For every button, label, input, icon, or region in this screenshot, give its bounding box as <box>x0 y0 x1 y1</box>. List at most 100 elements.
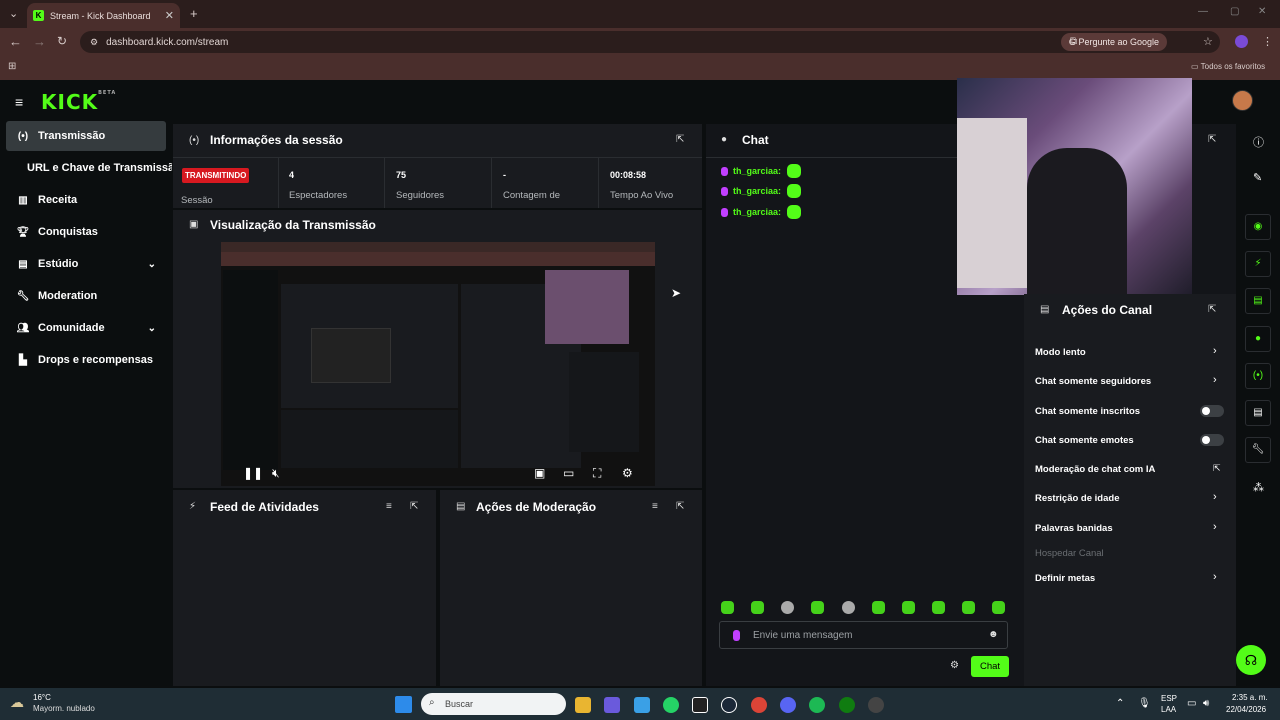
channel-actions-icon[interactable]: ▤ <box>1245 400 1271 426</box>
clock-date[interactable]: 22/04/2026 <box>1226 705 1266 714</box>
sidebar-item-drops[interactable]: ▙ Drops e recompensas <box>6 345 166 375</box>
chrome-icon[interactable] <box>751 697 767 713</box>
mouse-cursor-icon: ➤ <box>671 286 682 300</box>
profile-icon[interactable] <box>1235 35 1248 48</box>
user-avatar[interactable] <box>1232 90 1253 111</box>
settings-icon[interactable]: ⚙ <box>622 466 633 480</box>
address-bar[interactable]: ⚙ dashboard.kick.com/stream <box>80 31 1220 53</box>
volume-icon[interactable]: 🔊︎ <box>1203 698 1209 709</box>
sidebar-item-conquistas[interactable]: 🏆︎ Conquistas <box>6 217 166 247</box>
sidebar-item-label: Receita <box>38 194 78 206</box>
chat-settings-icon[interactable]: ⚙ <box>950 660 959 671</box>
wrench-icon[interactable]: 🔧︎ <box>1245 437 1271 463</box>
whatsapp-icon[interactable] <box>663 697 679 713</box>
external-link-icon: ⇱ <box>1213 463 1221 473</box>
close-window-icon[interactable]: ✕ <box>1258 6 1266 17</box>
send-chat-button[interactable]: Chat <box>971 656 1009 677</box>
emote-icon[interactable] <box>992 601 1005 614</box>
chat-message[interactable]: th_garciaa: <box>721 205 802 219</box>
steam-icon[interactable] <box>721 697 737 713</box>
sidebar-item-stream-key[interactable]: URL e Chave de Transmissão <box>6 153 172 183</box>
pause-icon[interactable]: ❚❚ <box>243 466 263 480</box>
sidebar-item-comunidade[interactable]: 👥︎ Comunidade ⌄ <box>6 313 166 343</box>
apps-grid-icon[interactable]: ⊞ <box>8 61 16 72</box>
fullscreen-icon[interactable]: ⛶ <box>593 466 601 481</box>
emotes-only-toggle[interactable] <box>1200 434 1224 446</box>
forward-icon[interactable]: → <box>33 34 46 49</box>
emote-icon[interactable] <box>842 601 855 614</box>
tab-search-icon[interactable]: ⌄ <box>9 7 18 20</box>
weather-icon[interactable]: ☁ <box>10 694 24 711</box>
close-tab-icon[interactable]: ✕ <box>165 9 174 22</box>
emote-icon[interactable] <box>872 601 885 614</box>
emote-icon[interactable] <box>751 601 764 614</box>
minimize-icon[interactable]: — <box>1198 6 1208 17</box>
pip-icon[interactable]: ▣ <box>534 466 545 480</box>
language-region[interactable]: LAA <box>1161 705 1176 714</box>
chat-bubble-icon[interactable]: ● <box>1245 326 1271 352</box>
discord-icon[interactable] <box>780 697 796 713</box>
bookmark-star-icon[interactable]: ☆ <box>1203 35 1213 48</box>
camera-icon[interactable]: ◉ <box>1245 214 1271 240</box>
emote-icon[interactable] <box>721 601 734 614</box>
emote-icon[interactable] <box>781 601 794 614</box>
spotify-icon[interactable] <box>809 697 825 713</box>
add-widget-icon[interactable]: ⁂ <box>1253 481 1264 494</box>
mute-icon[interactable]: 🔇︎ <box>272 466 280 481</box>
emoji-icon[interactable]: ☻ <box>988 629 999 640</box>
mic-tray-icon[interactable]: 🎙︎ <box>1138 698 1151 709</box>
xbox-icon[interactable] <box>839 697 855 713</box>
live-status-badge: TRANSMITINDO <box>182 168 250 183</box>
sidebar-item-transmissao[interactable]: (•) Transmissão <box>6 121 166 151</box>
new-tab-icon[interactable]: + <box>190 6 198 21</box>
popout-icon[interactable]: ⇱ <box>410 501 418 512</box>
popout-icon[interactable]: ⇱ <box>676 134 684 145</box>
broadcast-icon[interactable]: (•) <box>1245 363 1271 389</box>
language-code[interactable]: ESP <box>1161 694 1177 703</box>
network-icon[interactable]: ▭ <box>1187 698 1196 709</box>
info-icon[interactable]: ⓘ <box>1253 134 1264 150</box>
game-icon[interactable] <box>604 697 620 713</box>
windows-start-icon[interactable] <box>395 696 412 713</box>
popout-icon[interactable]: ⇱ <box>1208 304 1216 315</box>
obs-icon[interactable] <box>868 697 884 713</box>
kick-emote-icon <box>787 205 802 219</box>
emote-icon[interactable] <box>932 601 945 614</box>
taskbar-search[interactable]: ⌕ Buscar <box>421 693 566 715</box>
chat-input[interactable]: Envie uma mensagem ☻ <box>719 621 1008 649</box>
stream-preview-video[interactable]: ❚❚ 🔇︎ ▣ ▭ ⛶ ⚙ <box>221 242 655 486</box>
emote-icon[interactable] <box>811 601 824 614</box>
chat-message[interactable]: th_garciaa: <box>721 184 802 198</box>
popout-icon[interactable]: ⇱ <box>1208 134 1216 145</box>
tray-chevron-icon[interactable]: ⌃ <box>1116 698 1124 709</box>
clock-time[interactable]: 2:35 a. m. <box>1232 693 1268 702</box>
subscribers-only-toggle[interactable] <box>1200 405 1224 417</box>
emote-icon[interactable] <box>902 601 915 614</box>
sidebar-item-receita[interactable]: ▥ Receita <box>6 185 166 215</box>
support-headset-icon[interactable]: ☊ <box>1236 645 1266 675</box>
kick-logo[interactable]: KICKBETA <box>41 90 116 114</box>
browser-menu-icon[interactable]: ⋮ <box>1262 35 1273 48</box>
store-icon[interactable] <box>634 697 650 713</box>
lightning-icon[interactable]: ⚡︎ <box>1245 251 1271 277</box>
capcut-icon[interactable] <box>692 697 708 713</box>
filter-icon[interactable]: ≡ <box>386 501 392 512</box>
emote-icon[interactable] <box>962 601 975 614</box>
site-info-icon[interactable]: ⚙ <box>90 37 98 48</box>
browser-tab[interactable]: K Stream - Kick Dashboard ✕ <box>27 3 180 28</box>
edit-icon[interactable]: ✎ <box>1253 171 1262 184</box>
reload-icon[interactable]: ↻ <box>57 34 67 48</box>
theater-icon[interactable]: ▭ <box>563 466 574 480</box>
file-explorer-icon[interactable] <box>575 697 591 713</box>
all-bookmarks[interactable]: ▭ Todos os favoritos <box>1191 62 1265 71</box>
hamburger-menu-icon[interactable]: ≡ <box>15 94 23 110</box>
sidebar-item-moderation[interactable]: 🔧︎ Moderation <box>6 281 166 311</box>
translate-icon[interactable]: ⧉ <box>1070 36 1077 47</box>
popout-icon[interactable]: ⇱ <box>676 501 684 512</box>
filter-icon[interactable]: ≡ <box>652 501 658 512</box>
maximize-icon[interactable]: ▢ <box>1230 6 1239 17</box>
clipboard-icon[interactable]: ▤ <box>1245 288 1271 314</box>
sidebar-item-estudio[interactable]: ▤ Estúdio ⌄ <box>6 249 166 279</box>
back-icon[interactable]: ← <box>9 34 22 49</box>
chat-message[interactable]: th_garciaa: <box>721 164 802 178</box>
